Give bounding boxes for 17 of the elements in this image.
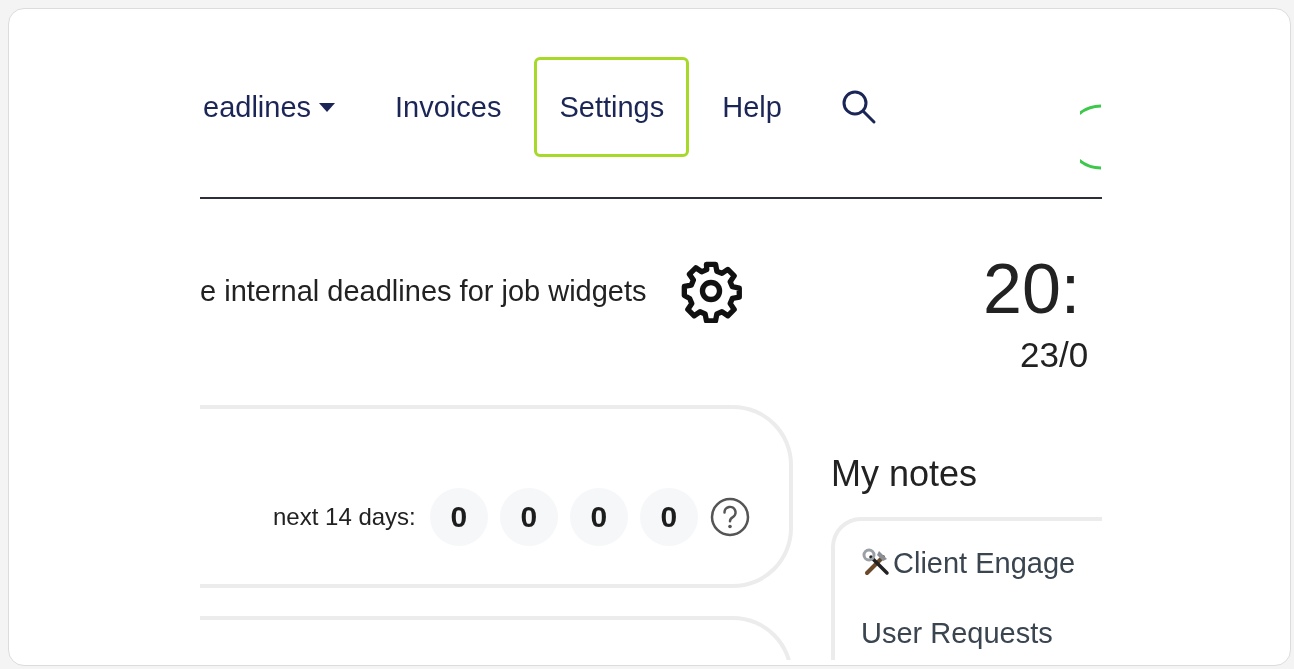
deadline-count: 0 [499,488,558,546]
clock-date: 23/0 [1019,335,1090,375]
note-title[interactable]: User Requests [861,616,1053,650]
deadline-range-label: next 14 days: [273,503,416,531]
nav-link[interactable]: Help [703,57,801,157]
search-icon[interactable] [840,89,877,125]
nav-link[interactable]: Settings [534,57,690,157]
nav-link[interactable]: eadlines [200,57,355,157]
clock-time: 20: [982,249,1082,329]
deadline-count: 0 [639,488,698,546]
help-icon[interactable] [709,497,750,537]
note-title[interactable]: Client Engage [893,546,1076,580]
notes-heading: My notes [831,453,979,495]
widget-settings-text: e internal deadlines for job widgets [200,274,647,308]
deadline-count: 0 [429,488,488,546]
deadline-count: 0 [569,488,628,546]
nav-link[interactable]: Invoices [376,57,521,157]
